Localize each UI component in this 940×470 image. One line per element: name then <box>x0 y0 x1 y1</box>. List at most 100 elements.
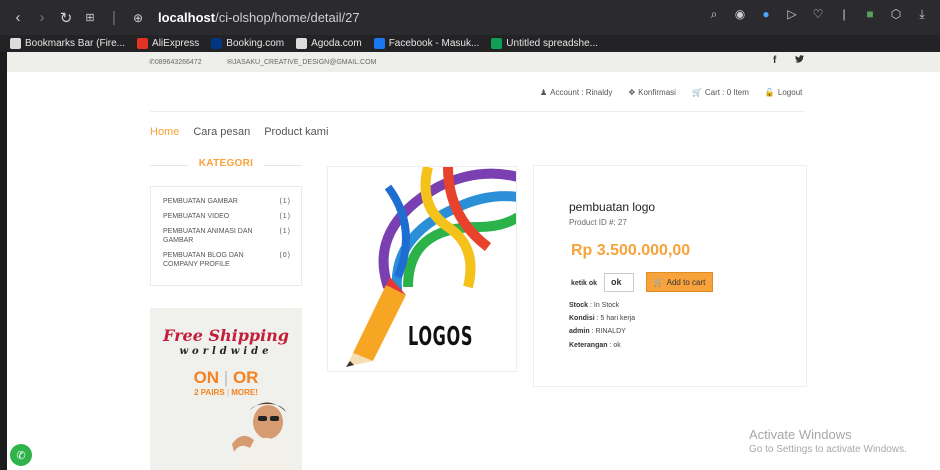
bookmark-item[interactable]: Untitled spreadshe... <box>491 38 598 49</box>
bookmark-item[interactable]: Booking.com <box>211 38 284 49</box>
kondisi-label: Kondisi <box>569 315 595 322</box>
address-bar[interactable]: localhost/ci-olshop/home/detail/27 <box>158 10 360 25</box>
nav-home[interactable]: Home <box>150 126 179 138</box>
facebook-icon[interactable]: f <box>773 55 776 66</box>
logout-label: Logout <box>777 88 803 97</box>
admin-value: : RINALDY <box>589 328 626 335</box>
search-icon[interactable]: ⌕ <box>706 6 722 22</box>
email-address: ✉JASAKU_CREATIVE_DESIGN@GMAIL.COM <box>227 58 376 66</box>
kategori-item-name: PEMBUATAN BLOG DAN COMPANY PROFILE <box>163 252 244 268</box>
tabs-grid-icon[interactable]: ⊞ <box>78 6 102 30</box>
kategori-item-count: (1) <box>279 213 291 220</box>
page: ‹ › ↻ ⊞ | ⊕ localhost/ci-olshop/home/det… <box>0 0 940 470</box>
konfirmasi-label: Konfirmasi <box>638 88 676 97</box>
account-nav: ♟ Account : Rinaldy ✥ Konfirmasi 🛒 Cart : 0… <box>540 88 802 97</box>
product-title: pembuatan logo <box>569 200 656 214</box>
crosshair-icon: ✥ <box>628 88 636 97</box>
product-detail-panel: pembuatan logo Product ID #: 27 Rp 3.500… <box>533 165 807 387</box>
separator-icon: | <box>112 9 116 26</box>
ad-banner[interactable]: Free Shipping worldwide ON | OR 2 PAIRS … <box>150 308 302 470</box>
kategori-item[interactable]: PEMBUATAN BLOG DAN COMPANY PROFILE (0) <box>163 251 291 269</box>
ad-on-or: ON | OR <box>193 368 259 387</box>
product-price: Rp 3.500.000,00 <box>571 242 691 259</box>
kategori-item[interactable]: PEMBUATAN ANIMASI DAN GAMBAR (1) <box>163 227 291 245</box>
globe-icon: ⊕ <box>132 10 144 25</box>
kondisi-info: Kondisi : 5 hari kerja <box>569 315 635 322</box>
phone-text: 089643266472 <box>154 59 202 66</box>
stock-info: Stock : In Stock <box>569 302 619 309</box>
kategori-title: KATEGORI <box>198 158 254 169</box>
forward-icon[interactable]: › <box>30 6 54 30</box>
kategori-item-name: PEMBUATAN VIDEO <box>163 213 230 220</box>
kategori-list: PEMBUATAN GAMBAR (1) PEMBUATAN VIDEO (1) PEM… <box>150 186 302 286</box>
twitter-icon[interactable] <box>795 55 804 66</box>
ad-worldwide: worldwide <box>179 346 273 357</box>
send-icon[interactable]: ▷ <box>784 6 800 22</box>
folder-icon <box>10 38 21 49</box>
admin-label: admin <box>569 328 590 335</box>
download-icon[interactable]: ⤓ <box>914 6 930 22</box>
reload-icon[interactable]: ↻ <box>54 6 78 30</box>
qty-input[interactable]: ok <box>604 273 634 292</box>
add-to-cart-button[interactable]: 🛒 Add to cart <box>646 272 713 292</box>
separator-icon: | <box>842 7 846 21</box>
bookmark-item[interactable]: Facebook - Masuk... <box>373 38 479 49</box>
kategori-item-count: (1) <box>279 228 291 235</box>
bookmark-item[interactable]: AliExpress <box>137 38 199 49</box>
ad-more: MORE! <box>231 388 258 397</box>
model-photo <box>232 402 292 470</box>
ad-pairs: 2 PAIRS <box>194 388 225 397</box>
email-text: JASAKU_CREATIVE_DESIGN@GMAIL.COM <box>232 59 377 66</box>
cart-icon: 🛒 <box>691 88 702 97</box>
activate-windows-subtitle: Go to Settings to activate Windows. <box>749 444 907 455</box>
back-icon[interactable]: ‹ <box>6 6 30 30</box>
header-divider <box>150 111 805 112</box>
logos-text: LOGOS <box>408 322 474 352</box>
browser-toolbar: ‹ › ↻ ⊞ | ⊕ localhost/ci-olshop/home/det… <box>0 0 940 35</box>
cube-icon[interactable]: ⬡ <box>888 6 904 22</box>
left-edge <box>0 52 7 470</box>
kategori-item-name: PEMBUATAN ANIMASI DAN GAMBAR <box>163 228 253 244</box>
activate-windows-watermark: Activate Windows Go to Settings to activ… <box>749 427 907 455</box>
admin-info: admin : RINALDY <box>569 328 626 335</box>
cart-label: Cart : 0 Item <box>704 88 749 97</box>
kondisi-value: : 5 hari kerja <box>594 315 636 322</box>
kategori-item[interactable]: PEMBUATAN VIDEO (1) <box>163 212 291 221</box>
kategori-heading: KATEGORI <box>150 158 302 172</box>
cart-link[interactable]: 🛒 Cart : 0 Item <box>692 88 749 97</box>
bookmark-item[interactable]: Agoda.com <box>296 38 362 49</box>
keterangan-info: Keterangan : ok <box>569 342 621 349</box>
bookmark-label: Untitled spreadshe... <box>506 38 598 49</box>
add-to-cart-label: Add to cart <box>666 277 706 287</box>
bookmark-label: Agoda.com <box>311 38 362 49</box>
nav-cara-pesan[interactable]: Cara pesan <box>193 126 250 138</box>
bookmark-item[interactable]: Bookmarks Bar (Fire... <box>10 38 125 49</box>
ad-on: ON <box>193 368 220 387</box>
extension-icon[interactable]: ■ <box>862 6 878 22</box>
favicon-icon <box>373 38 385 49</box>
account-link[interactable]: ♟ Account : Rinaldy <box>540 88 612 97</box>
qty-label: ketik ok <box>571 280 598 287</box>
camera-icon[interactable]: ◉ <box>732 6 748 22</box>
favicon-icon <box>491 38 503 49</box>
logout-link[interactable]: 🔓 Logout <box>765 88 802 97</box>
konfirmasi-link[interactable]: ✥ Konfirmasi <box>628 88 676 97</box>
shield-icon[interactable]: ● <box>758 6 774 22</box>
favicon-icon <box>137 38 149 49</box>
ad-pairs-more: 2 PAIRS | MORE! <box>194 388 258 397</box>
kategori-item-count: (0) <box>279 252 291 259</box>
product-id: Product ID #: 27 <box>569 218 627 227</box>
kategori-item-name: PEMBUATAN GAMBAR <box>163 198 238 205</box>
contact-strip: ✆089643266472 ✉JASAKU_CREATIVE_DESIGN@GM… <box>7 52 940 72</box>
nav-product-kami[interactable]: Product kami <box>264 126 328 138</box>
lock-icon: 🔓 <box>764 88 775 97</box>
whatsapp-icon[interactable]: ✆ <box>10 444 32 466</box>
heart-icon[interactable]: ♡ <box>810 6 826 22</box>
stock-value: : In Stock <box>588 302 620 309</box>
kategori-item[interactable]: PEMBUATAN GAMBAR (1) <box>163 197 291 206</box>
bookmark-label: Booking.com <box>226 38 285 49</box>
bookmarks-bar: Bookmarks Bar (Fire... AliExpress Booking.… <box>0 35 940 52</box>
account-label: Account : Rinaldy <box>550 88 613 97</box>
product-image[interactable]: LOGOS <box>327 166 517 372</box>
keterangan-label: Keterangan <box>569 342 608 349</box>
